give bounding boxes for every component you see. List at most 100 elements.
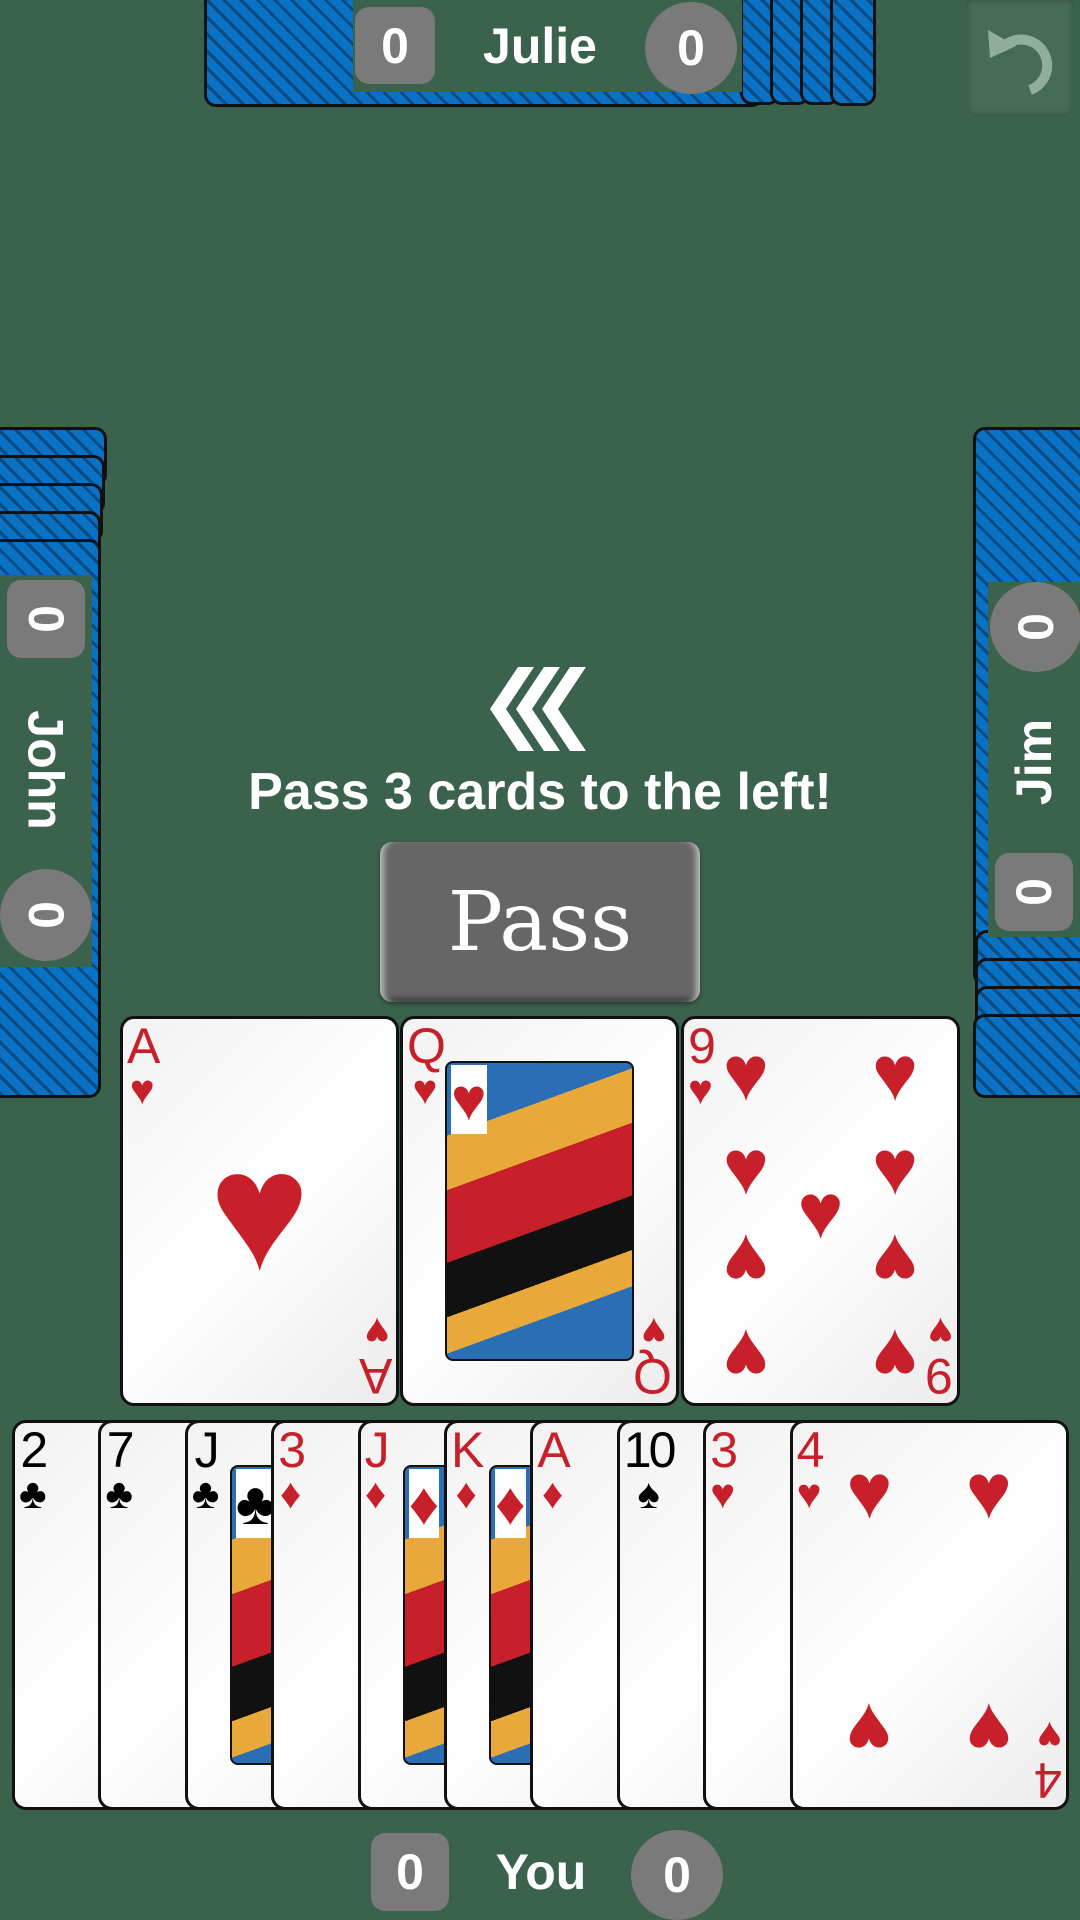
suit-icon: ♦ <box>279 1470 302 1517</box>
suit-icon: ♥ <box>871 1123 919 1212</box>
corner-index-bottom: 9 ♥ <box>928 1309 953 1404</box>
jim-round-score-text: 0 <box>1006 878 1062 906</box>
card-rank: Q <box>407 1018 446 1074</box>
suit-icon: ♥ <box>451 1065 487 1134</box>
card-rank: 9 <box>928 1348 953 1404</box>
suit-icon: ♠ <box>637 1470 660 1517</box>
card-rank: A <box>537 1422 570 1478</box>
card-rank: 7 <box>106 1422 135 1478</box>
julie-round-score: 0 <box>355 7 435 84</box>
suit-icon: ♦ <box>364 1470 387 1517</box>
playing-card[interactable]: ♥ ♥ ♥ ♥ ♥ ♥ ♥ ♥ ♥ 9 ♥ 9 ♥ <box>681 1016 960 1406</box>
suit-icon: ♥ <box>641 1309 667 1356</box>
pass-instruction: Pass 3 cards to the left! <box>248 763 832 821</box>
player-panel-jim: 0 Jim 0 <box>988 582 1080 937</box>
corner-index-bottom: A ♥ <box>361 1309 392 1404</box>
suit-icon: ♥ <box>846 1687 893 1776</box>
suit-icon: ♥ <box>722 1123 770 1212</box>
suit-icon: ♣ <box>235 1469 276 1538</box>
corner-index-top: 2 ♣ <box>19 1422 48 1517</box>
suit-icon: ♥ <box>871 1312 919 1401</box>
suit-icon: ♥ <box>965 1447 1012 1536</box>
corner-index-top: A ♥ <box>127 1018 160 1113</box>
suit-icon: ♥ <box>722 1217 770 1306</box>
card-rank: 9 <box>688 1018 716 1074</box>
playing-card[interactable]: ♥ ♥ ♥ ♥ 4 ♥ 4 ♥ <box>789 1420 1069 1810</box>
corner-index-bottom: 4 ♥ <box>1036 1713 1062 1808</box>
card-rank: 3 <box>278 1422 306 1478</box>
you-total-score: 0 <box>631 1830 723 1920</box>
john-total-score: 0 <box>0 869 92 961</box>
john-round-score-text: 0 <box>18 605 74 633</box>
corner-index-top: 10 ♠ <box>623 1422 677 1517</box>
jim-round-score: 0 <box>995 853 1073 931</box>
suit-icon: ♥ <box>965 1687 1012 1776</box>
corner-index-top: Q ♥ <box>407 1018 446 1113</box>
face-card-art: ♥ <box>445 1061 634 1361</box>
suit-icon: ♥ <box>871 1217 919 1306</box>
suit-icon: ♥ <box>364 1309 390 1356</box>
corner-index-bottom: Q ♥ <box>636 1309 672 1404</box>
card-rank: 4 <box>1036 1752 1062 1808</box>
suit-icon: ♥ <box>796 1470 822 1517</box>
undo-arrow-icon <box>988 30 1053 95</box>
suit-icon: ♥ <box>209 1116 310 1306</box>
corner-index-top: 3 ♥ <box>710 1422 738 1517</box>
suit-icon: ♥ <box>928 1309 953 1356</box>
corner-index-top: 3 ♦ <box>278 1422 306 1517</box>
card-rank: Q <box>636 1348 672 1404</box>
corner-index-top: A ♦ <box>537 1422 570 1517</box>
suit-icon: ♥ <box>871 1028 919 1117</box>
julie-name: Julie <box>483 18 597 74</box>
card-back <box>830 0 876 106</box>
suit-icon: ♥ <box>710 1470 736 1517</box>
card-rank: 2 <box>20 1422 48 1478</box>
corner-index-top: J ♣ <box>192 1425 220 1515</box>
suit-icon: ♥ <box>722 1028 770 1117</box>
suit-icon: ♦ <box>408 1469 440 1538</box>
corner-index-top: 4 ♥ <box>796 1422 825 1517</box>
corner-index-top: 9 ♥ <box>688 1018 716 1113</box>
triple-chevron-left-icon <box>490 667 586 751</box>
player-panel-you: 0 You 0 <box>371 1830 723 1920</box>
suit-icon: ♣ <box>19 1470 47 1517</box>
playing-card[interactable]: ♥ A ♥ A ♥ <box>120 1016 399 1406</box>
suit-icon: ♥ <box>1036 1713 1062 1760</box>
card-rank: 4 <box>796 1422 825 1478</box>
player-panel-julie: 0 Julie 0 <box>353 0 742 94</box>
corner-index-top: K ♦ <box>451 1422 484 1517</box>
suit-pips: ♥ ♥ ♥ ♥ <box>823 1433 1036 1797</box>
suit-icon: ♥ <box>797 1167 844 1255</box>
suit-icon: ♦ <box>541 1470 564 1517</box>
you-round-score: 0 <box>371 1833 449 1911</box>
card-rank: A <box>361 1348 392 1404</box>
corner-index-top: 7 ♣ <box>105 1422 135 1517</box>
suit-icon: ♣ <box>105 1470 133 1517</box>
john-total-score-text: 0 <box>18 901 74 929</box>
playing-card[interactable]: ♥ Q ♥ Q ♥ <box>400 1016 679 1406</box>
card-rank: A <box>127 1018 160 1074</box>
card-rank: 3 <box>710 1422 738 1478</box>
suit-icon: ♥ <box>722 1312 770 1401</box>
card-back <box>973 1014 1080 1098</box>
suit-icon: ♦ <box>455 1470 477 1517</box>
undo-button[interactable] <box>967 0 1073 116</box>
you-name: You <box>495 1844 587 1900</box>
jim-total-score: 0 <box>990 582 1080 672</box>
suit-icon: ♥ <box>129 1066 155 1113</box>
suit-icon: ♥ <box>846 1447 893 1536</box>
jim-total-score-text: 0 <box>1008 613 1064 641</box>
card-rank: J <box>194 1422 220 1478</box>
suit-icon: ♦ <box>495 1469 526 1538</box>
suit-icon: ♥ <box>412 1066 438 1113</box>
john-round-score: 0 <box>7 580 85 658</box>
suit-pips: ♥ ♥ ♥ ♥ ♥ ♥ ♥ ♥ ♥ <box>714 1028 927 1401</box>
julie-total-score: 0 <box>645 2 737 94</box>
card-rank: 10 <box>623 1422 677 1478</box>
suit-icon: ♥ <box>688 1066 713 1113</box>
suit-icon: ♣ <box>191 1470 220 1517</box>
card-rank: K <box>451 1422 484 1478</box>
pass-button[interactable]: Pass <box>380 842 700 1002</box>
card-rank: J <box>364 1422 390 1478</box>
corner-index-top: J ♦ <box>364 1422 390 1517</box>
